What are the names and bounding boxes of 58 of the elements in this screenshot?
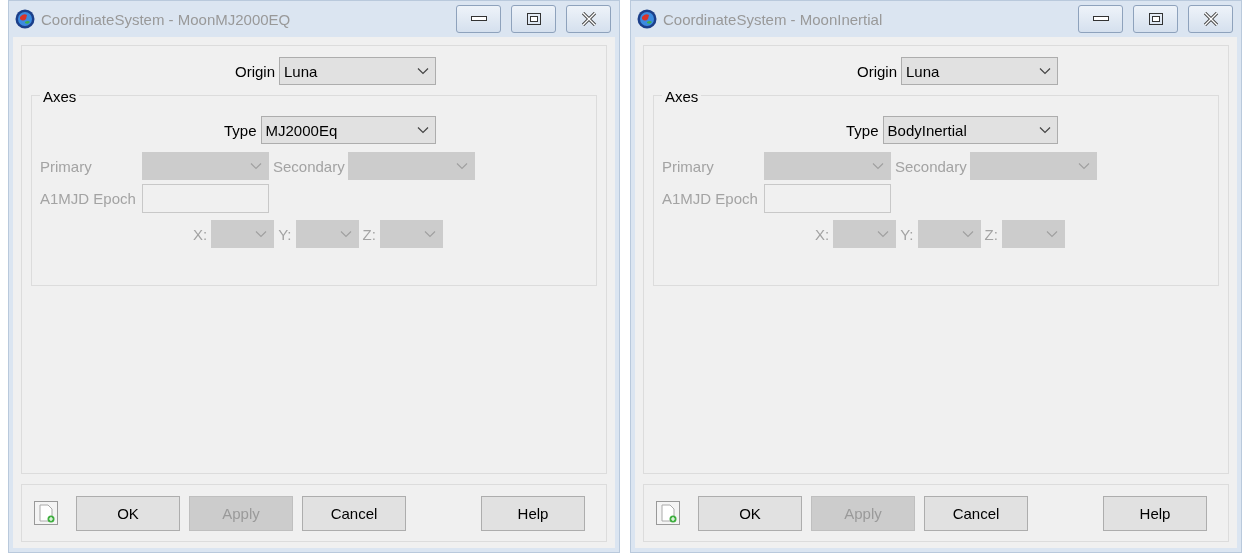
field-label: A1MJD Epoch (662, 190, 758, 207)
globe-icon (637, 9, 657, 29)
field-label: Y: (278, 225, 292, 243)
field-label: Secondary (273, 157, 345, 175)
field-label: Y: (900, 225, 914, 243)
minimize-button[interactable] (456, 5, 501, 33)
dropdown[interactable]: Luna (279, 57, 436, 85)
minimize-icon (470, 16, 487, 22)
field-label: Z: (362, 225, 376, 243)
new-document-icon[interactable] (656, 501, 680, 525)
dialog-button[interactable]: Cancel (924, 495, 1028, 531)
dialog-button[interactable]: OK (698, 495, 802, 531)
field-label: Origin (235, 62, 275, 80)
chevron-icon (416, 126, 429, 134)
chevron-icon (1045, 230, 1058, 238)
field-label: Primary (40, 157, 92, 175)
chevron-icon (255, 230, 268, 238)
dialog-button[interactable]: Help (1103, 495, 1207, 531)
dialog-button[interactable]: Help (481, 495, 585, 531)
maximize-icon (526, 13, 541, 25)
dialog-button[interactable]: Cancel (302, 495, 406, 531)
close-button[interactable] (566, 5, 611, 33)
chevron-icon (877, 230, 890, 238)
chevron-icon (423, 230, 436, 238)
minimize-button[interactable] (1078, 5, 1123, 33)
field-label: Type (846, 121, 879, 139)
field-label: Secondary (895, 157, 967, 175)
field-label: Origin (857, 62, 897, 80)
field-label: A1MJD Epoch (40, 190, 136, 207)
minimize-icon (1092, 16, 1109, 22)
chevron-icon (455, 162, 468, 170)
field-label: Z: (984, 225, 998, 243)
dropdown[interactable]: MJ2000Eq (260, 116, 436, 144)
chevron-icon (872, 162, 884, 170)
close-button[interactable] (1188, 5, 1233, 33)
maximize-icon (1148, 13, 1163, 25)
chevron-icon (961, 230, 974, 238)
chevron-icon (1038, 126, 1051, 134)
chevron-icon (1077, 162, 1090, 170)
close-icon (1202, 12, 1219, 26)
new-document-icon[interactable] (34, 501, 58, 525)
dialog-button[interactable]: OK (76, 495, 180, 531)
field-label: Primary (662, 157, 714, 175)
chevron-icon (339, 230, 352, 238)
close-icon (580, 12, 597, 26)
maximize-button[interactable] (1133, 5, 1178, 33)
field-label: X: (815, 225, 830, 243)
dropdown[interactable]: Luna (901, 57, 1058, 85)
window-title: CoordinateSystem - MoonMJ2000EQ (41, 10, 292, 28)
globe-icon (15, 9, 35, 29)
chevron-icon (1039, 67, 1051, 75)
field-label: Type (224, 121, 257, 139)
window-title: CoordinateSystem - MoonInertial (663, 10, 884, 28)
chevron-icon (250, 162, 262, 170)
dropdown[interactable]: BodyInertial (882, 116, 1058, 144)
field-label: X: (193, 225, 208, 243)
chevron-icon (417, 67, 429, 75)
maximize-button[interactable] (511, 5, 556, 33)
